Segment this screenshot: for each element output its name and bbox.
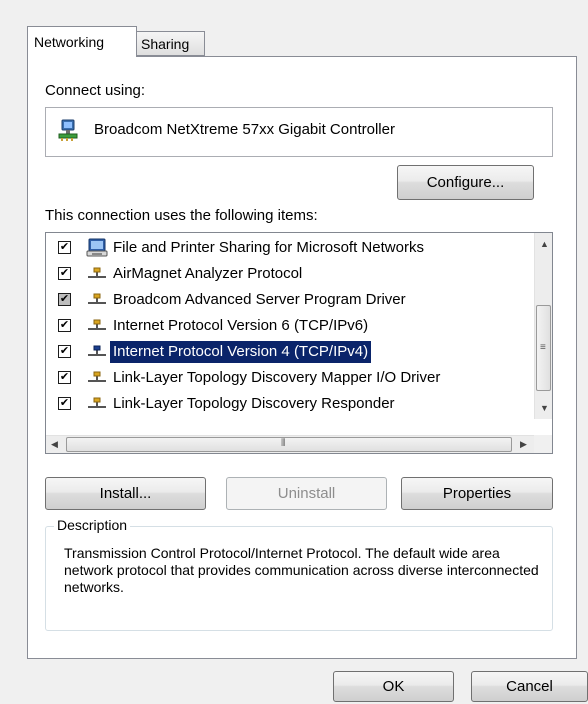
item-checkbox[interactable]: ✔ [58,319,71,332]
protocol-icon [86,290,108,310]
list-item[interactable]: ✔ File and Printer Sharing for Microsoft… [46,235,534,261]
protocol-icon [86,264,108,284]
scroll-corner [534,435,552,453]
description-group: Description Transmission Control Protoco… [45,517,553,631]
components-list[interactable]: ✔ File and Printer Sharing for Microsoft… [45,232,553,454]
tab-networking[interactable]: Networking [27,26,137,57]
install-button[interactable]: Install... [45,477,206,510]
list-item[interactable]: ✔ Internet Protocol Version 4 (TCP/IPv4) [46,339,534,365]
cancel-button[interactable]: Cancel [471,671,588,702]
configure-button[interactable]: Configure... [397,165,534,200]
properties-button[interactable]: Properties [401,477,553,510]
scroll-left-arrow-icon[interactable]: ◀ [51,439,58,449]
item-checkbox[interactable]: ✔ [58,397,71,410]
item-checkbox[interactable]: ✔ [58,241,71,254]
item-label: Broadcom Advanced Server Program Driver [113,291,406,308]
tab-sharing-label: Sharing [141,36,190,52]
protocol-icon [86,316,108,336]
item-checkbox[interactable]: ✔ [58,267,71,280]
description-text: Transmission Control Protocol/Internet P… [64,545,539,595]
list-item[interactable]: ✔ Internet Protocol Version 6 (TCP/IPv6) [46,313,534,339]
item-checkbox[interactable]: ✔ [58,371,71,384]
networking-tab-panel: Connect using: Broadcom NetXtreme 57xx G… [27,56,577,659]
item-label: Link-Layer Topology Discovery Responder [113,395,395,412]
horizontal-scrollbar[interactable]: ◀ ⦀ ▶ [46,435,534,453]
grip-icon: ≡ [540,342,546,353]
protocol-icon [86,368,108,388]
tab-networking-label: Networking [34,34,105,50]
description-title: Description [54,517,131,533]
scroll-down-arrow-icon[interactable]: ▼ [540,403,549,413]
vertical-scroll-thumb[interactable]: ≡ [536,305,551,391]
item-label: AirMagnet Analyzer Protocol [113,265,303,282]
list-item[interactable]: ✔ Link-Layer Topology Discovery Mapper I… [46,365,534,391]
scroll-right-arrow-icon[interactable]: ▶ [520,439,527,449]
ok-button[interactable]: OK [333,671,454,702]
printer-service-icon [86,238,108,258]
protocol-icon [86,394,108,414]
items-label: This connection uses the following items… [45,207,318,224]
adapter-name: Broadcom NetXtreme 57xx Gigabit Controll… [94,121,395,138]
grip-icon: ⦀ [281,438,286,449]
item-checkbox[interactable]: ✔ [58,293,71,306]
list-item[interactable]: ✔ AirMagnet Analyzer Protocol [46,261,534,287]
list-item[interactable]: ✔ Link-Layer Topology Discovery Responde… [46,391,534,417]
connect-using-label: Connect using: [45,82,146,99]
scroll-up-arrow-icon[interactable]: ▲ [540,239,549,249]
item-label: Internet Protocol Version 4 (TCP/IPv4) [108,340,373,364]
item-checkbox[interactable]: ✔ [58,345,71,358]
item-label: File and Printer Sharing for Microsoft N… [113,239,424,256]
list-item[interactable]: ✔ Broadcom Advanced Server Program Drive… [46,287,534,313]
item-label: Link-Layer Topology Discovery Mapper I/O… [113,369,441,386]
uninstall-button[interactable]: Uninstall [226,477,387,510]
connection-properties-dialog: Networking Sharing Connect using: Broadc… [0,0,588,704]
horizontal-scroll-thumb[interactable]: ⦀ [66,437,512,452]
item-label: Internet Protocol Version 6 (TCP/IPv6) [113,317,369,334]
protocol-icon [86,342,108,362]
adapter-field: Broadcom NetXtreme 57xx Gigabit Controll… [45,107,553,157]
vertical-scrollbar[interactable]: ▲ ≡ ▼ [534,233,552,419]
network-adapter-icon [57,119,79,143]
tab-sharing[interactable]: Sharing [137,31,205,56]
